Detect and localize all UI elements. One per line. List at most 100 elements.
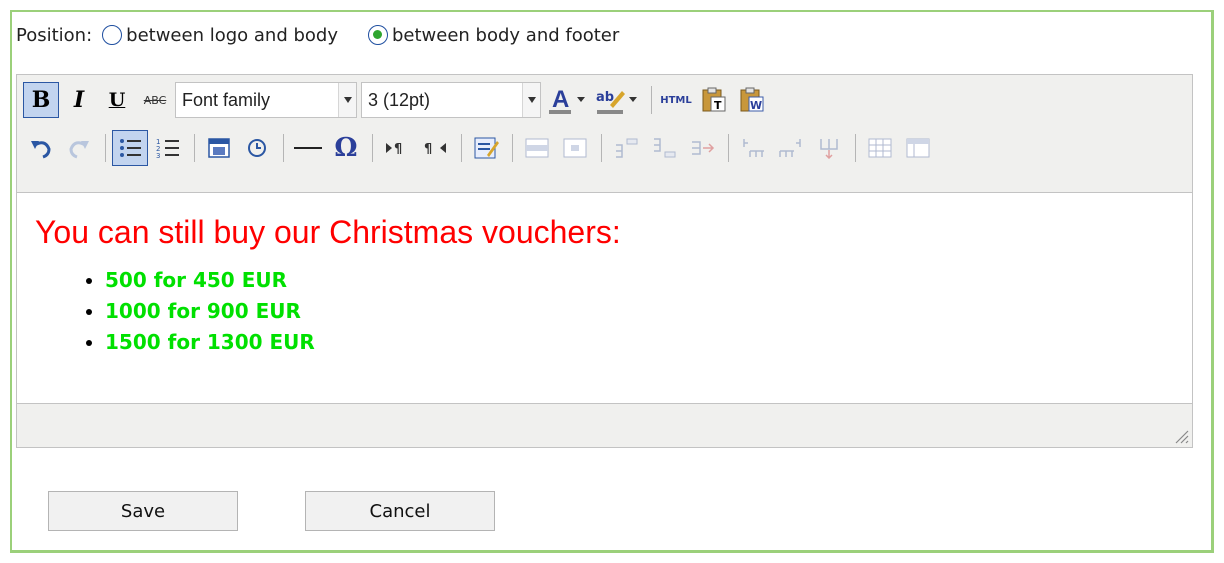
radio-option-logo-body[interactable]: between logo and body	[102, 25, 338, 46]
svg-text:W: W	[750, 99, 762, 112]
col-after-icon	[779, 139, 801, 157]
svg-text:T: T	[714, 99, 722, 112]
underline-icon: U	[108, 89, 126, 111]
list-item: 1000 for 900 EUR	[105, 296, 1174, 327]
edit-doc-icon	[474, 137, 499, 159]
delete-col-button[interactable]	[811, 130, 847, 166]
toolbar-separator	[283, 134, 284, 162]
undo-button[interactable]	[23, 130, 59, 166]
font-size-value: 3 (12pt)	[368, 89, 431, 110]
svg-text:¶: ¶	[394, 142, 402, 157]
svg-text:¶: ¶	[424, 142, 432, 157]
delete-row-button[interactable]	[684, 130, 720, 166]
strikethrough-icon: ABC	[143, 93, 167, 107]
calendar-icon	[208, 138, 230, 158]
text-color-chevron-down-icon[interactable]	[575, 97, 587, 103]
paste-word-icon: W	[740, 87, 764, 112]
toolbar-separator	[461, 134, 462, 162]
row-before-icon	[616, 138, 638, 158]
resize-grip-icon[interactable]	[1170, 425, 1190, 445]
italic-icon: I	[73, 87, 85, 113]
redo-button[interactable]	[61, 130, 97, 166]
toolbar-separator	[728, 134, 729, 162]
paste-text-button[interactable]: T	[696, 82, 732, 118]
numbered-list-button[interactable]: 1 2 3	[150, 130, 186, 166]
split-cells-button[interactable]	[862, 130, 898, 166]
radio-label-logo-body: between logo and body	[126, 24, 338, 46]
highlight-chevron-down-icon[interactable]	[627, 97, 639, 103]
paste-text-icon: T	[702, 87, 726, 112]
bold-icon: B	[31, 87, 51, 113]
radio-body-footer[interactable]	[368, 25, 388, 45]
insert-date-button[interactable]	[201, 130, 237, 166]
editor-content[interactable]: You can still buy our Christmas vouchers…	[17, 194, 1192, 404]
font-size-select[interactable]: 3 (12pt)	[361, 82, 541, 118]
special-char-button[interactable]: Ω	[328, 130, 364, 166]
toolbar-separator	[601, 134, 602, 162]
editor-statusbar	[17, 403, 1192, 447]
list-item: 500 for 450 EUR	[105, 265, 1174, 296]
insert-col-before-button[interactable]	[735, 130, 771, 166]
highlight-color-button[interactable]: ab	[593, 82, 627, 118]
merge-cells-button[interactable]	[900, 130, 936, 166]
horizontal-rule-icon	[294, 147, 322, 149]
omega-icon: Ω	[334, 133, 358, 163]
delete-col-icon	[820, 139, 838, 159]
rtl-button[interactable]: ¶	[417, 130, 453, 166]
insert-row-after-button[interactable]	[646, 130, 682, 166]
cancel-button[interactable]: Cancel	[305, 491, 495, 531]
underline-button[interactable]: U	[99, 82, 135, 118]
text-color-button[interactable]: A	[545, 82, 575, 118]
delete-row-icon	[692, 141, 715, 155]
font-family-select[interactable]: Font family	[175, 82, 357, 118]
position-selector: Position: between logo and body between …	[16, 20, 649, 50]
list-item: 1500 for 1300 EUR	[105, 327, 1174, 358]
table-row-props-button[interactable]	[519, 130, 555, 166]
svg-text:A: A	[552, 86, 569, 113]
toolbar-separator	[105, 134, 106, 162]
grid-icon	[868, 138, 892, 158]
text-color-icon: A	[549, 86, 571, 114]
toolbar-separator	[512, 134, 513, 162]
radio-option-body-footer[interactable]: between body and footer	[368, 25, 619, 46]
svg-text:3: 3	[156, 152, 160, 160]
bullet-list-button[interactable]	[112, 130, 148, 166]
editor-toolbar: B I U ABC Font family 3 (12pt) A ab HTML…	[17, 75, 1192, 193]
ltr-button[interactable]: ¶	[379, 130, 415, 166]
rtl-icon: ¶	[424, 142, 446, 157]
voucher-list: 500 for 450 EUR 1000 for 900 EUR 1500 fo…	[35, 265, 1174, 358]
toolbar-separator	[855, 134, 856, 162]
voucher-heading: You can still buy our Christmas vouchers…	[35, 214, 621, 250]
chevron-down-icon[interactable]	[522, 83, 540, 117]
paste-word-button[interactable]: W	[734, 82, 770, 118]
undo-icon	[31, 141, 51, 159]
ltr-icon: ¶	[386, 142, 402, 157]
clock-icon	[248, 139, 266, 157]
table-cell-icon	[563, 138, 587, 158]
position-label: Position:	[16, 24, 93, 46]
merge-cells-icon	[906, 138, 930, 158]
bold-button[interactable]: B	[23, 82, 59, 118]
table-row-icon	[525, 138, 549, 158]
html-icon: HTML	[660, 94, 692, 106]
redo-icon	[69, 141, 89, 159]
toolbar-separator	[372, 134, 373, 162]
horizontal-rule-button[interactable]	[290, 130, 326, 166]
edit-properties-button[interactable]	[468, 130, 504, 166]
radio-logo-body[interactable]	[102, 25, 123, 45]
html-source-button[interactable]: HTML	[658, 82, 694, 118]
insert-row-before-button[interactable]	[608, 130, 644, 166]
row-after-icon	[654, 138, 676, 158]
bullet-list-icon	[120, 139, 141, 157]
strikethrough-button[interactable]: ABC	[137, 82, 173, 118]
toolbar-separator	[194, 134, 195, 162]
save-button[interactable]: Save	[48, 491, 238, 531]
italic-button[interactable]: I	[61, 82, 97, 118]
col-before-icon	[743, 139, 764, 157]
insert-col-after-button[interactable]	[773, 130, 809, 166]
chevron-down-icon[interactable]	[338, 83, 356, 117]
table-cell-props-button[interactable]	[557, 130, 593, 166]
rich-text-editor: B I U ABC Font family 3 (12pt) A ab HTML…	[16, 74, 1193, 448]
insert-time-button[interactable]	[239, 130, 275, 166]
radio-label-body-footer: between body and footer	[392, 24, 620, 46]
